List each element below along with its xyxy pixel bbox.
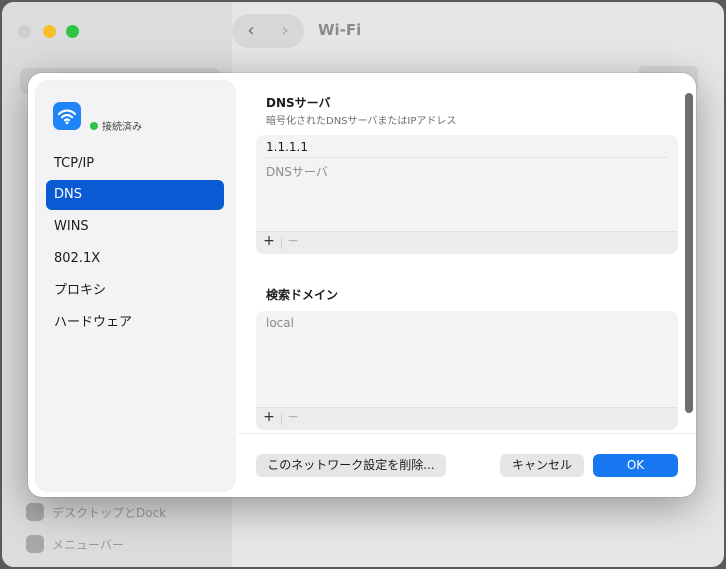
list-item[interactable]: 1.1.1.1 xyxy=(266,140,308,154)
minimize-window-button[interactable] xyxy=(43,25,56,38)
cancel-button[interactable]: キャンセル xyxy=(500,454,584,477)
network-name xyxy=(88,101,198,115)
add-dns-button[interactable]: + xyxy=(262,233,276,249)
add-search-domain-button[interactable]: + xyxy=(262,409,276,425)
scrollbar-thumb[interactable] xyxy=(685,93,693,413)
close-window-button xyxy=(18,25,31,38)
ok-button[interactable]: OK xyxy=(593,454,678,477)
network-settings-sheet: 接続済み TCP/IP DNS WINS 802.1X プロキシ ハードウェア … xyxy=(28,73,696,497)
search-list-footer: + − xyxy=(256,407,678,430)
divider xyxy=(281,237,282,249)
back-arrow-icon[interactable]: ‹ xyxy=(236,19,266,43)
background-sidebar-label: メニューバー xyxy=(52,537,124,552)
dns-servers-subtitle: 暗号化されたDNSサーバまたはIPアドレス xyxy=(266,116,457,127)
sidebar-item-8021x[interactable]: 802.1X xyxy=(46,244,224,274)
sheet-sidebar: 接続済み TCP/IP DNS WINS 802.1X プロキシ ハードウェア xyxy=(36,81,235,491)
dns-servers-title: DNSサーバ xyxy=(266,96,331,110)
sidebar-item-proxy[interactable]: プロキシ xyxy=(46,276,224,306)
list-item[interactable]: local xyxy=(266,316,294,330)
background-window-title: Wi-Fi xyxy=(318,21,362,39)
remove-search-domain-button[interactable]: − xyxy=(286,409,300,425)
network-status: 接続済み xyxy=(102,122,142,133)
dock-icon xyxy=(26,503,44,521)
status-connected-icon xyxy=(90,122,98,130)
search-domains-title: 検索ドメイン xyxy=(266,288,339,302)
divider xyxy=(281,413,282,425)
background-sidebar-item-menu-bar: メニューバー xyxy=(26,533,124,555)
background-sidebar-item-desktop-dock: デスクトップとDock xyxy=(26,501,166,523)
dns-server-input[interactable]: DNSサーバ xyxy=(266,163,328,180)
forward-arrow-icon[interactable]: › xyxy=(270,19,300,43)
sidebar-item-tcpip[interactable]: TCP/IP xyxy=(46,149,224,179)
search-domains-list[interactable]: local + − xyxy=(256,311,678,430)
wifi-icon xyxy=(53,102,81,130)
background-sidebar-label: デスクトップとDock xyxy=(52,505,167,520)
remove-dns-button[interactable]: − xyxy=(286,233,300,249)
sidebar-item-wins[interactable]: WINS xyxy=(46,212,224,242)
sidebar-item-hardware[interactable]: ハードウェア xyxy=(46,308,224,338)
scrollbar[interactable] xyxy=(682,93,694,415)
maximize-window-button[interactable] xyxy=(66,25,79,38)
navigation-buttons: ‹ › xyxy=(232,14,304,48)
dns-list-footer: + − xyxy=(256,231,678,254)
menu-bar-icon xyxy=(26,535,44,553)
dns-servers-list[interactable]: 1.1.1.1 DNSサーバ + − xyxy=(256,135,678,254)
divider xyxy=(238,433,696,434)
list-divider xyxy=(266,157,668,158)
delete-network-settings-button[interactable]: このネットワーク設定を削除... xyxy=(256,454,446,477)
sidebar-item-dns[interactable]: DNS xyxy=(46,180,224,210)
